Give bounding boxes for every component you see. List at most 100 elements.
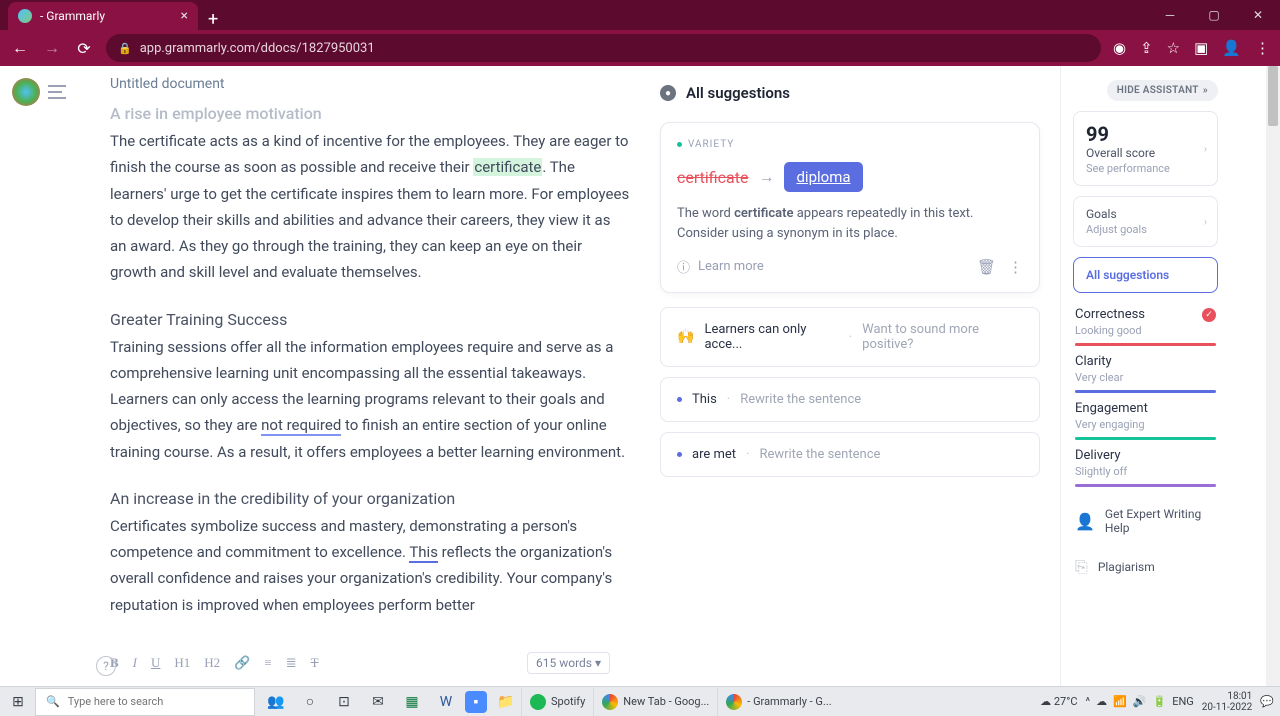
cloud-icon[interactable]: ☁ — [1096, 695, 1107, 708]
italic-button[interactable]: I — [133, 655, 137, 671]
window-maximize[interactable]: ▢ — [1192, 0, 1236, 30]
goals-card[interactable]: Goals Adjust goals › — [1073, 196, 1218, 247]
chrome-tab1-taskbar[interactable]: New Tab - Goog... — [593, 688, 717, 716]
extensions-icon[interactable]: ▣ — [1194, 39, 1208, 57]
tab-title: - Grammarly — [40, 9, 105, 23]
menu-icon[interactable]: ⋮ — [1255, 39, 1270, 57]
zoom-icon[interactable]: ▪ — [465, 691, 487, 713]
page-scrollbar[interactable] — [1266, 66, 1280, 686]
suggestion-description: The word certificate appears repeatedly … — [677, 204, 1023, 243]
h1-button[interactable]: H1 — [174, 655, 190, 671]
window-close[interactable]: ✕ — [1236, 0, 1280, 30]
expert-help-link[interactable]: 👤Get Expert Writing Help — [1073, 501, 1218, 541]
weather-widget[interactable]: ☁ 27°C — [1040, 695, 1077, 708]
taskbar-search[interactable]: 🔍 — [35, 688, 255, 716]
scrollbar-thumb[interactable] — [1268, 66, 1278, 126]
hide-assistant-button[interactable]: HIDE ASSISTANT » — [1107, 80, 1218, 101]
lock-icon: 🔒 — [118, 42, 132, 55]
score-card[interactable]: 99 Overall score See performance › — [1073, 111, 1218, 186]
help-button[interactable]: ? — [96, 656, 116, 676]
task-view-icon[interactable]: ⊡ — [329, 688, 359, 716]
excel-icon[interactable]: ▦ — [397, 688, 427, 716]
battery-icon[interactable]: 🔋 — [1153, 695, 1167, 708]
editor-content[interactable]: A rise in employee motivation The certif… — [110, 100, 630, 650]
search-icon: 🔍 — [46, 695, 60, 708]
emoji-icon: 🙌 — [677, 329, 694, 345]
wifi-icon[interactable]: 📶 — [1113, 695, 1127, 708]
favicon — [18, 9, 32, 23]
metric-clarity[interactable]: ClarityVery clear — [1073, 350, 1218, 397]
new-tab-button[interactable]: + — [208, 9, 218, 30]
bookmark-icon[interactable]: ☆ — [1167, 39, 1180, 57]
search-input[interactable] — [68, 695, 244, 708]
back-button[interactable]: ← — [10, 38, 30, 58]
reload-button[interactable]: ⟳ — [74, 39, 94, 58]
suggestion-card[interactable]: VARIETY certificate → diploma The word c… — [660, 122, 1040, 293]
spotify-taskbar[interactable]: Spotify — [521, 688, 593, 716]
chrome-icon — [602, 694, 618, 710]
metric-correctness[interactable]: Correctness✓Looking good — [1073, 303, 1218, 350]
share-icon[interactable]: ⇪ — [1140, 39, 1153, 57]
info-icon: ⓘ — [677, 257, 690, 276]
chevron-icon: › — [1204, 142, 1207, 155]
chrome-icon — [726, 694, 742, 710]
plagiarism-icon: ⎘ — [1075, 557, 1088, 577]
hamburger-menu-icon[interactable] — [48, 85, 66, 99]
extension-icon[interactable]: ◉ — [1113, 39, 1126, 57]
suggestion-item[interactable]: This · Rewrite the sentence — [660, 377, 1040, 422]
suggestion-item[interactable]: 🙌 Learners can only acce... · Want to so… — [660, 307, 1040, 367]
more-icon[interactable]: ⋮ — [1008, 258, 1023, 276]
dot-icon — [677, 397, 682, 402]
word-count[interactable]: 615 words ▾ — [527, 652, 610, 674]
address-bar[interactable]: 🔒 app.grammarly.com/ddocs/1827950031 — [106, 34, 1101, 62]
suggestions-header: ● All suggestions — [660, 84, 1040, 102]
people-icon[interactable]: 👥 — [261, 688, 291, 716]
highlighted-word[interactable]: certificate — [473, 158, 542, 176]
notifications-icon[interactable]: 💬 — [1260, 695, 1274, 708]
chevron-right-icon: » — [1203, 85, 1208, 96]
spotify-icon — [530, 694, 546, 710]
suggestion-item[interactable]: are met · Rewrite the sentence — [660, 432, 1040, 477]
chrome-tab2-taskbar[interactable]: - Grammarly - G... — [717, 688, 839, 716]
start-button[interactable]: ⊞ — [0, 694, 36, 710]
original-word: certificate — [677, 168, 748, 187]
word-icon[interactable]: W — [431, 688, 461, 716]
underlined-word[interactable]: This — [409, 543, 438, 563]
clock[interactable]: 18:0120-11-2022 — [1202, 691, 1253, 713]
url-text: app.grammarly.com/ddocs/1827950031 — [140, 41, 375, 56]
metric-delivery[interactable]: DeliverySlightly off — [1073, 444, 1218, 491]
window-minimize[interactable]: ─ — [1148, 0, 1192, 30]
underline-button[interactable]: U — [151, 655, 160, 671]
profile-icon[interactable]: 👤 — [1222, 39, 1241, 57]
clear-format-button[interactable]: T — [311, 655, 319, 671]
format-toolbar: B I U H1 H2 🔗 ≡ ≣ T 615 words ▾ — [110, 648, 610, 678]
all-suggestions-tab[interactable]: All suggestions — [1073, 257, 1218, 293]
language-indicator[interactable]: ENG — [1172, 695, 1194, 708]
tray-chevron-icon[interactable]: ^ — [1085, 695, 1090, 708]
cortana-icon[interactable]: ○ — [295, 688, 325, 716]
explorer-icon[interactable]: 📁 — [491, 688, 521, 716]
browser-tab[interactable]: - Grammarly × — [8, 2, 198, 30]
grammarly-logo[interactable] — [12, 78, 40, 106]
suggestion-tag: VARIETY — [677, 139, 1023, 150]
underlined-phrase[interactable]: not required — [261, 416, 341, 436]
link-button[interactable]: 🔗 — [234, 655, 250, 671]
numbered-list-button[interactable]: ≡ — [264, 655, 271, 671]
suggestions-icon: ● — [660, 85, 676, 101]
plagiarism-link[interactable]: ⎘Plagiarism — [1073, 551, 1218, 583]
check-icon: ✓ — [1202, 308, 1216, 322]
trash-icon[interactable]: 🗑 — [977, 258, 996, 276]
mail-icon[interactable]: ✉ — [363, 688, 393, 716]
learn-more-link[interactable]: Learn more — [698, 259, 764, 274]
volume-icon[interactable]: 🔊 — [1133, 695, 1147, 708]
close-tab-icon[interactable]: × — [181, 8, 188, 24]
bullet-list-button[interactable]: ≣ — [286, 655, 297, 671]
metric-engagement[interactable]: EngagementVery engaging — [1073, 397, 1218, 444]
h2-button[interactable]: H2 — [204, 655, 220, 671]
forward-button[interactable]: → — [42, 38, 62, 58]
chevron-icon: › — [1204, 215, 1207, 228]
dot-icon — [677, 452, 682, 457]
person-icon: 👤 — [1075, 512, 1095, 531]
document-title[interactable]: Untitled document — [110, 76, 630, 92]
replacement-button[interactable]: diploma — [784, 162, 862, 192]
